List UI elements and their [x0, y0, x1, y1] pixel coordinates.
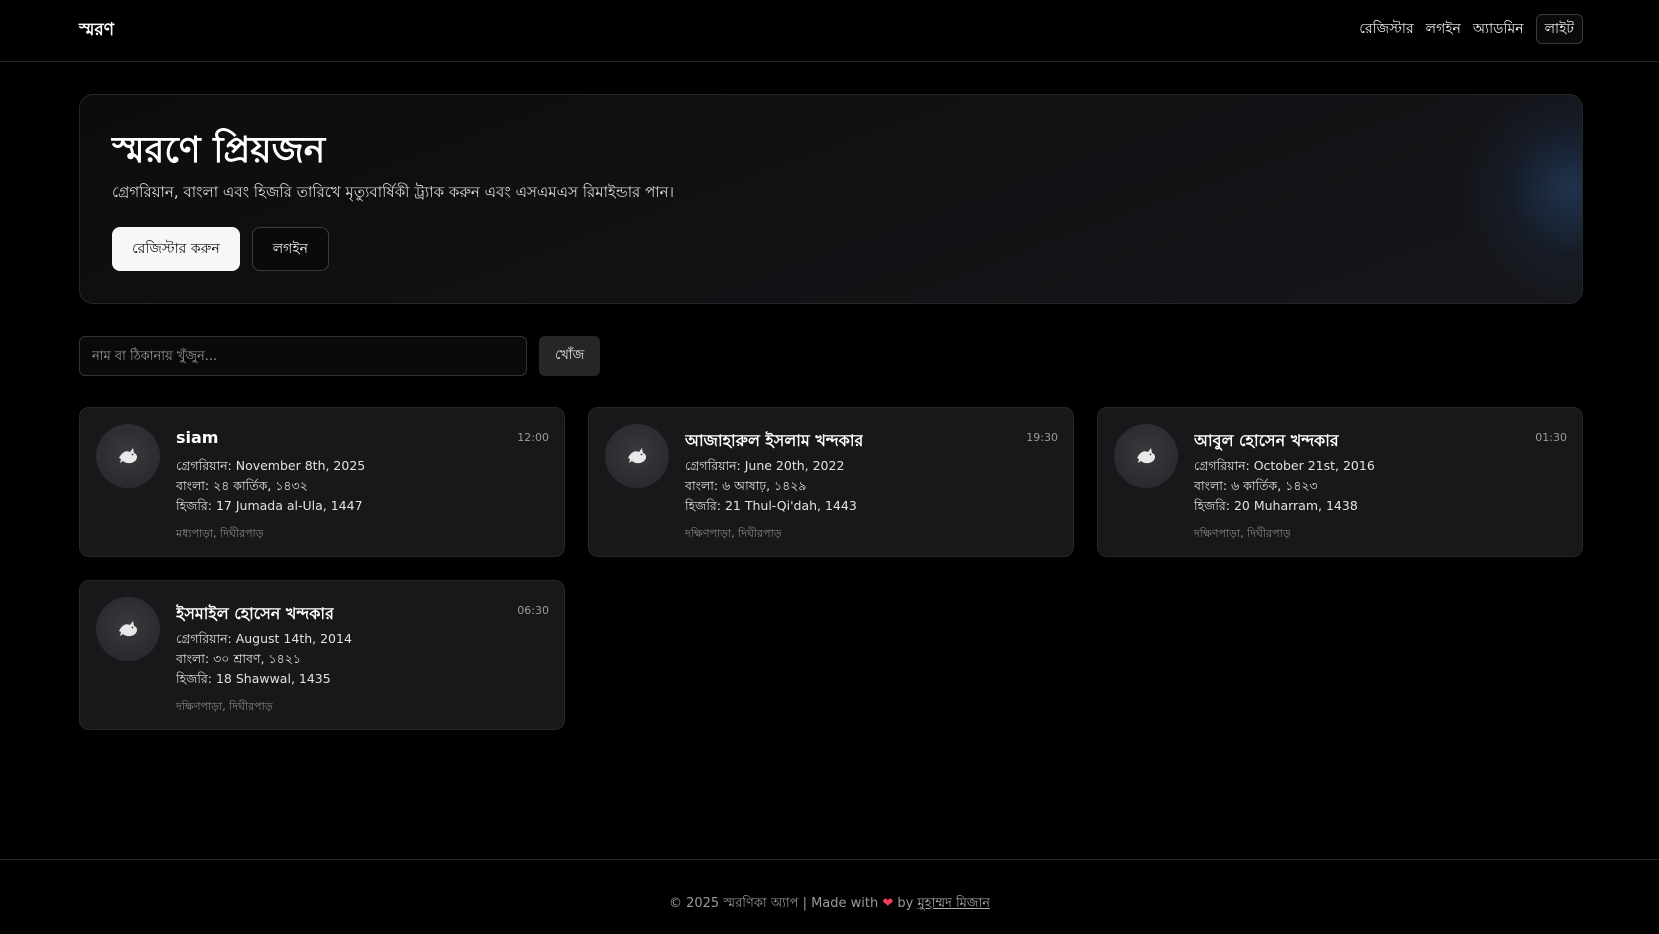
card-bangla-date: বাংলা: ৬ আষাঢ়, ১৪২৯	[685, 478, 807, 493]
card-name: আবুল হোসেন খন্দকার	[1194, 431, 1339, 450]
hero-glow-decoration	[1460, 95, 1582, 303]
nav-login-link[interactable]: লগইন	[1426, 17, 1461, 41]
card-time: 06:30	[517, 604, 549, 617]
card-location: দক্ষিণপাড়া, দিঘীরপাড়	[176, 700, 273, 713]
card-name: আজাহারুল ইসলাম খন্দকার	[685, 431, 864, 450]
hero-subtitle: গ্রেগরিয়ান, বাংলা এবং হিজরি তারিখে মৃত্…	[112, 183, 674, 201]
memorial-card[interactable]: ইসমাইল হোসেন খন্দকার 06:30 গ্রেগরিয়ান: …	[79, 580, 565, 730]
card-location: দক্ষিণপাড়া, দিঘীরপাড়	[685, 527, 782, 540]
dove-icon	[96, 424, 160, 488]
card-hijri-date: হিজরি: 21 Thul-Qi'dah, 1443	[685, 498, 857, 513]
hero-register-button[interactable]: রেজিস্টার করুন	[112, 227, 240, 271]
footer-by: by	[897, 896, 914, 911]
memorial-card[interactable]: আবুল হোসেন খন্দকার 01:30 গ্রেগরিয়ান: Oc…	[1097, 407, 1583, 557]
brand-logo[interactable]: স্মরণ	[79, 17, 114, 45]
card-bangla-date: বাংলা: ২৪ কার্তিক, ১৪৩২	[176, 478, 308, 493]
card-time: 19:30	[1026, 431, 1058, 444]
card-hijri-date: হিজরি: 17 Jumada al-Ula, 1447	[176, 498, 363, 513]
search-button[interactable]: খোঁজ	[539, 336, 601, 376]
card-name: ইসমাইল হোসেন খন্দকার	[176, 604, 334, 623]
search-input[interactable]	[79, 336, 527, 376]
card-bangla-date: বাংলা: ৩০ শ্রাবণ, ১৪২১	[176, 651, 301, 666]
dove-icon	[605, 424, 669, 488]
card-location: মধ্যপাড়া, দিঘীরপাড়	[176, 527, 264, 540]
dove-icon	[1114, 424, 1178, 488]
nav-links: রেজিস্টার লগইন অ্যাডমিন লাইট	[1359, 14, 1583, 44]
dove-icon	[96, 597, 160, 661]
memorial-card[interactable]: siam 12:00 গ্রেগরিয়ান: November 8th, 20…	[79, 407, 565, 557]
memorial-card[interactable]: আজাহারুল ইসলাম খন্দকার 19:30 গ্রেগরিয়ান…	[588, 407, 1074, 557]
hero-actions: রেজিস্টার করুন লগইন	[112, 227, 329, 271]
card-time: 01:30	[1535, 431, 1567, 444]
card-location: দক্ষিণপাড়া, দিঘীরপাড়	[1194, 527, 1291, 540]
hero-banner: স্মরণে প্রিয়জন গ্রেগরিয়ান, বাংলা এবং হ…	[79, 94, 1583, 304]
card-hijri-date: হিজরি: 18 Shawwal, 1435	[176, 671, 331, 686]
card-gregorian-date: গ্রেগরিয়ান: August 14th, 2014	[176, 631, 352, 646]
hero-login-button[interactable]: লগইন	[251, 227, 329, 271]
footer-credits: © 2025 স্মরণিকা অ্যাপ | Made with ❤ by ম…	[0, 894, 1659, 915]
hero-title: স্মরণে প্রিয়জন	[112, 129, 326, 171]
card-gregorian-date: গ্রেগরিয়ান: October 21st, 2016	[1194, 458, 1375, 473]
footer-copyright: © 2025 স্মরণিকা অ্যাপ | Made with	[668, 896, 879, 911]
nav-admin-link[interactable]: অ্যাডমিন	[1473, 17, 1524, 41]
card-gregorian-date: গ্রেগরিয়ান: June 20th, 2022	[685, 458, 845, 473]
footer-author-link[interactable]: মুহাম্মদ মিজান	[918, 896, 991, 911]
page-footer: © 2025 স্মরণিকা অ্যাপ | Made with ❤ by ম…	[0, 859, 1659, 934]
card-bangla-date: বাংলা: ৬ কার্তিক, ১৪২৩	[1194, 478, 1318, 493]
heart-icon: ❤	[882, 896, 894, 911]
top-navbar: স্মরণ রেজিস্টার লগইন অ্যাডমিন লাইট	[0, 0, 1659, 62]
theme-toggle-button[interactable]: লাইট	[1535, 14, 1583, 44]
memorial-card-grid: siam 12:00 গ্রেগরিয়ান: November 8th, 20…	[79, 407, 1584, 730]
search-bar: খোঁজ	[79, 336, 601, 376]
card-gregorian-date: গ্রেগরিয়ান: November 8th, 2025	[176, 458, 366, 473]
card-time: 12:00	[517, 431, 549, 444]
card-hijri-date: হিজরি: 20 Muharram, 1438	[1194, 498, 1358, 513]
nav-register-link[interactable]: রেজিস্টার	[1359, 17, 1413, 41]
card-name: siam	[176, 428, 219, 447]
